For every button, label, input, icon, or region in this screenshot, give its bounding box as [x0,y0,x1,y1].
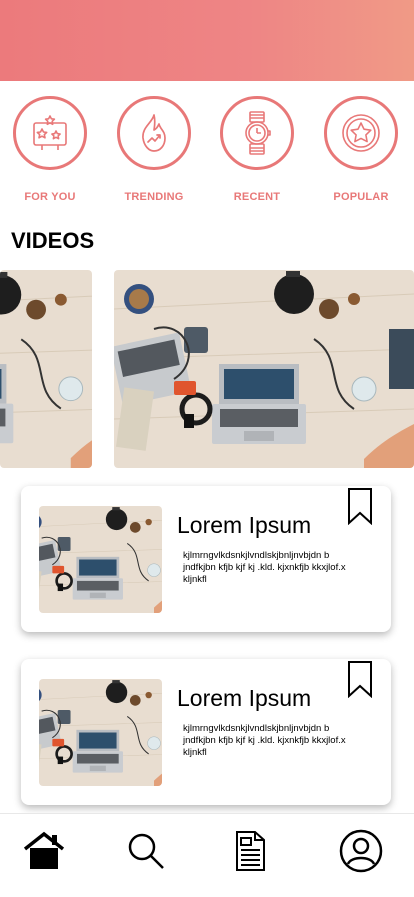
video-thumbnail[interactable] [114,270,414,468]
card-title: Lorem Ipsum [177,512,312,538]
bookmark-icon[interactable] [347,660,373,698]
nav-articles[interactable] [227,828,273,874]
video-card[interactable]: Lorem Ipsum kjlmrngvlkdsnkjlvndlskjbnljn… [21,659,391,805]
star-medal-icon [342,114,380,152]
document-icon [236,831,265,871]
video-thumbnail[interactable] [0,270,92,468]
category-for-you[interactable]: FOR YOU [10,96,90,203]
category-label: POPULAR [333,191,389,203]
nav-profile[interactable] [338,828,384,874]
header-banner [0,0,414,81]
category-label: TRENDING [124,191,184,203]
watch-icon [245,111,271,155]
category-circle [13,96,87,170]
video-thumbnail-image [114,270,414,468]
category-circle [324,96,398,170]
nav-home[interactable] [21,828,67,874]
nav-search[interactable] [123,828,169,874]
video-card[interactable]: Lorem Ipsum kjlmrngvlkdsnkjlvndlskjbnljn… [21,486,391,632]
card-thumbnail [39,679,162,786]
home-icon [23,831,65,869]
category-trending[interactable]: TRENDING [114,96,194,203]
category-label: FOR YOU [24,191,76,203]
category-label: RECENT [233,191,281,203]
card-thumbnail [39,506,162,613]
profile-icon [339,829,383,873]
card-description: kjlmrngvlkdsnkjlvndlskjbnljnvbjdn b jndf… [183,550,346,585]
category-circle [117,96,191,170]
video-thumbnail-image [0,270,92,468]
card-description: kjlmrngvlkdsnkjlvndlskjbnljnvbjdn b jndf… [183,723,346,758]
stars-board-icon [33,115,67,150]
bottom-navigation [0,813,414,897]
flame-trend-icon [142,114,166,152]
bookmark-icon[interactable] [347,487,373,525]
videos-heading: VIDEOS [11,228,95,253]
search-icon [128,833,164,869]
card-title: Lorem Ipsum [177,685,312,711]
category-recent[interactable]: RECENT [217,96,297,203]
category-circle [220,96,294,170]
category-popular[interactable]: POPULAR [321,96,401,203]
